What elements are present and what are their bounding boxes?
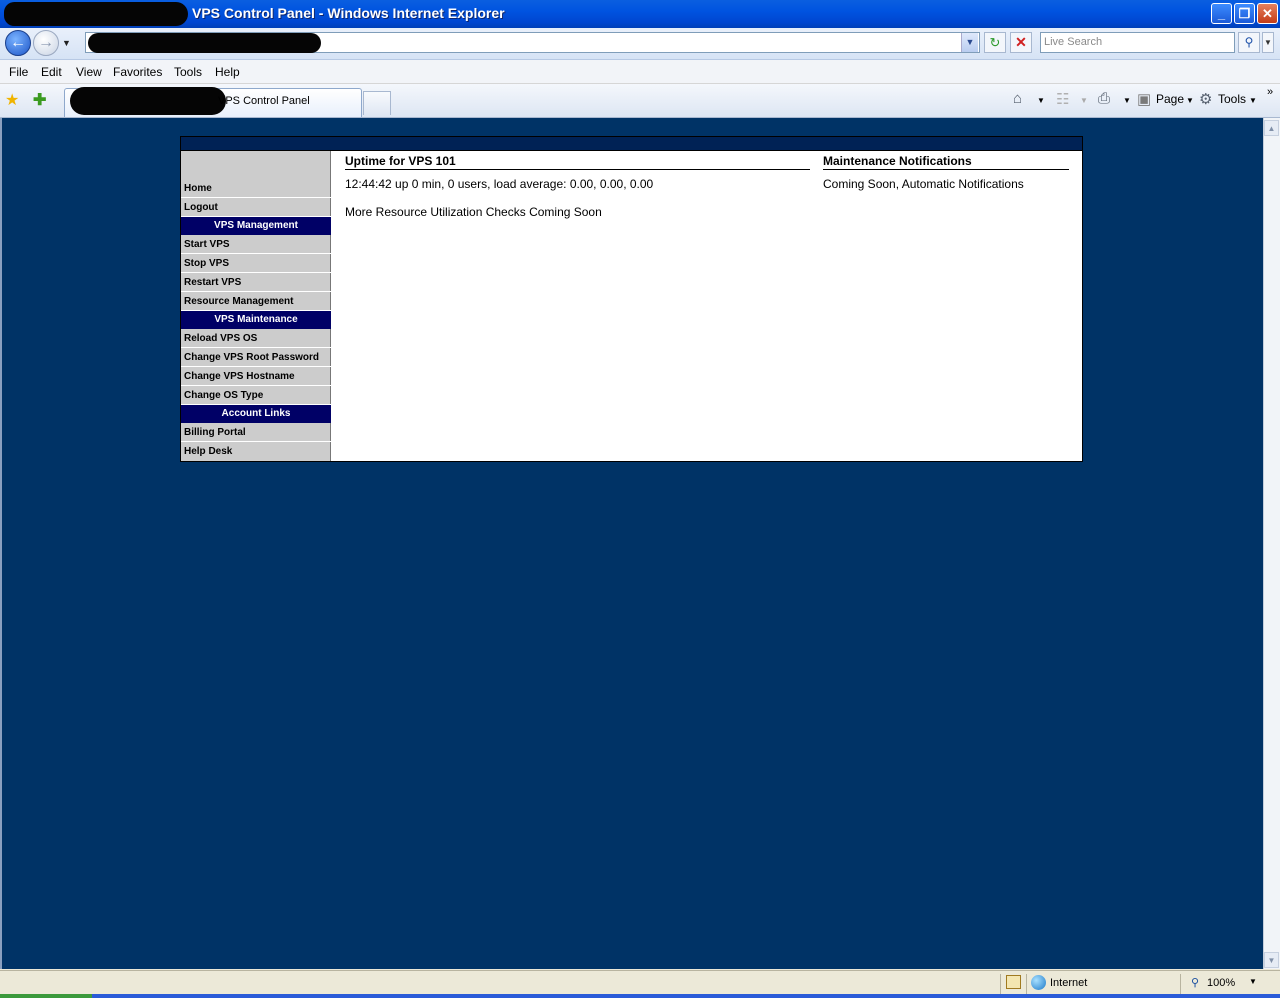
window-title: VPS Control Panel - Windows Internet Exp… [192,5,505,21]
sidebar-header-account-links: Account Links [181,405,331,423]
sidebar-item-reload-vps-os[interactable]: Reload VPS OS [181,329,331,348]
forward-button[interactable]: → [33,30,59,56]
print-button[interactable]: ⎙ [1098,90,1110,107]
redacted-tab-region [70,87,226,115]
taskbar-edge [0,994,1280,998]
chevron-down-icon: ▼ [1264,38,1272,47]
sidebar-header-vps-management: VPS Management [181,217,331,235]
scroll-up-button[interactable]: ▲ [1264,120,1279,136]
uptime-heading: Uptime for VPS 101 [345,154,810,170]
tools-menu-button[interactable]: Tools [1218,92,1246,106]
menu-help[interactable]: Help [215,65,240,79]
redacted-url-region [88,33,321,53]
sidebar-item-billing-portal[interactable]: Billing Portal [181,423,331,442]
refresh-button[interactable]: ↻ [984,32,1006,53]
tab-label: VPS Control Panel [218,95,310,107]
menu-favorites[interactable]: Favorites [113,65,162,79]
vertical-scrollbar[interactable] [1263,118,1280,969]
redacted-title-region [4,2,188,26]
restore-button[interactable]: ❐ [1234,3,1255,24]
add-star-icon: ✚ [33,92,47,109]
address-dropdown-button[interactable]: ▼ [961,33,978,52]
sidebar-item-change-root-password[interactable]: Change VPS Root Password [181,348,331,367]
sidebar-item-restart-vps[interactable]: Restart VPS [181,273,331,292]
scroll-down-button[interactable]: ▼ [1264,952,1279,968]
zoom-level[interactable]: 100% [1207,977,1235,989]
menu-file[interactable]: File [9,65,28,79]
protected-mode-icon [1006,975,1021,989]
back-button[interactable]: ← [5,30,31,56]
zoom-dropdown[interactable]: ▼ [1249,977,1257,986]
panel-header-bar [180,136,1083,151]
status-divider [1180,974,1181,994]
menu-edit[interactable]: Edit [41,65,62,79]
back-arrow-icon: ← [10,34,26,51]
search-icon: ⚲ [1244,35,1254,49]
add-favorite-button[interactable]: ✚ [33,90,46,110]
maintenance-heading: Maintenance Notifications [823,154,1069,170]
sidebar-item-stop-vps[interactable]: Stop VPS [181,254,331,273]
status-divider [1000,974,1001,994]
chevron-more-icon[interactable]: » [1267,86,1273,98]
resource-note: More Resource Utilization Checks Coming … [345,205,602,219]
chevron-down-icon: ▼ [965,37,975,47]
home-button[interactable]: ⌂ [1013,90,1022,107]
minimize-button[interactable]: _ [1211,3,1232,24]
search-options-button[interactable]: ▼ [1262,32,1274,53]
page-dropdown[interactable]: ▼ [1186,96,1194,105]
tools-dropdown[interactable]: ▼ [1249,96,1257,105]
favorites-center-button[interactable]: ★ [5,90,19,110]
menu-tools[interactable]: Tools [174,65,202,79]
search-input[interactable]: Live Search [1040,32,1235,53]
sidebar-header-vps-maintenance: VPS Maintenance [181,311,331,329]
printer-icon: ⎙ [1098,90,1111,107]
star-icon: ★ [5,92,20,109]
sidebar-item-resource-management[interactable]: Resource Management [181,292,331,311]
page-icon: ▣ [1137,91,1152,108]
gear-icon: ⚙ [1199,91,1213,108]
page-menu-button[interactable]: Page [1156,92,1184,106]
stop-icon: ✕ [1015,34,1027,50]
refresh-icon: ↻ [989,35,1001,50]
home-icon: ⌂ [1013,90,1023,107]
search-button[interactable]: ⚲ [1238,32,1260,53]
feeds-button[interactable]: ☷ [1056,90,1069,108]
sidebar-item-help-desk[interactable]: Help Desk [181,442,331,461]
print-dropdown[interactable]: ▼ [1123,96,1131,105]
forward-arrow-icon: → [38,34,54,51]
home-dropdown[interactable]: ▼ [1037,96,1045,105]
status-divider [1026,974,1027,994]
sidebar-item-change-os-type[interactable]: Change OS Type [181,386,331,405]
sidebar-item-logout[interactable]: Logout [181,198,331,217]
sidebar-item-start-vps[interactable]: Start VPS [181,235,331,254]
maintenance-text: Coming Soon, Automatic Notifications [823,177,1024,191]
stop-button[interactable]: ✕ [1010,32,1032,53]
new-tab-button[interactable] [363,91,391,115]
zoom-icon: ⚲ [1191,977,1200,989]
recent-pages-dropdown[interactable]: ▼ [62,38,71,48]
menu-view[interactable]: View [76,65,102,79]
close-button[interactable]: ✕ [1257,3,1278,24]
rss-icon: ☷ [1056,91,1070,108]
feeds-dropdown[interactable]: ▼ [1080,96,1088,105]
security-zone-label[interactable]: Internet [1050,977,1087,989]
uptime-text: 12:44:42 up 0 min, 0 users, load average… [345,177,654,191]
sidebar-item-change-hostname[interactable]: Change VPS Hostname [181,367,331,386]
sidebar-item-home[interactable]: Home [181,179,331,198]
globe-icon [1031,975,1046,990]
